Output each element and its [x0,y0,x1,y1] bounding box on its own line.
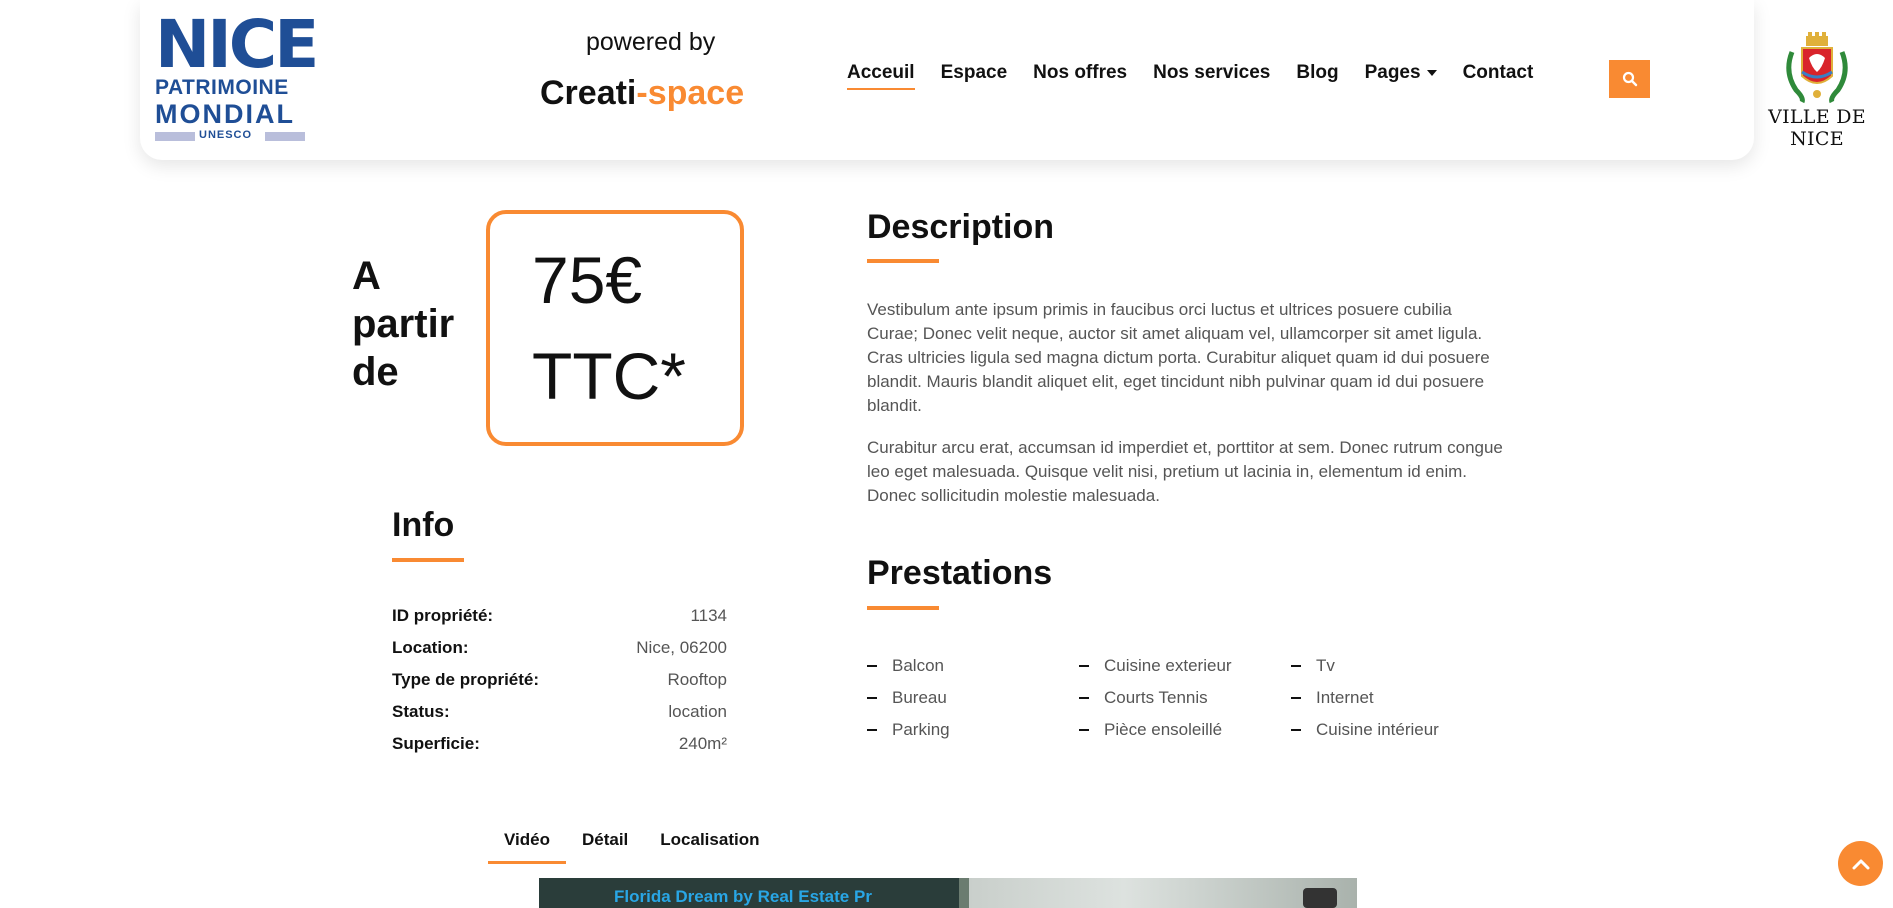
prestation-label: Bureau [892,688,947,707]
logo-line-patrimoine: PATRIMOINE [155,76,289,99]
chevron-down-icon [1426,69,1437,76]
info-row: Superficie: 240m² [392,728,727,760]
logo-line-unesco: UNESCO [199,129,253,141]
prestation-label: Internet [1316,688,1374,707]
tab-localisation[interactable]: Localisation [644,830,775,864]
price-prefix-line2: partir [352,302,455,346]
info-row: Location: Nice, 06200 [392,632,727,664]
site-header: NICE PATRIMOINE MONDIAL UNESCO powered b… [140,0,1866,160]
ville-de-nice-logo[interactable]: VILLE DE NICE [1750,32,1884,150]
price-prefix-line1: A [352,254,381,298]
info-value: 1134 [690,606,727,625]
info-row: ID propriété: 1134 [392,600,727,632]
dash-icon [1291,729,1301,731]
video-caption: Florida Dream by Real Estate Pr [614,887,872,906]
description-title: Description [867,208,1055,246]
nav-pages-label: Pages [1364,62,1421,83]
description-body: Vestibulum ante ipsum primis in faucibus… [867,298,1507,526]
price-suffix: TTC* [532,339,686,413]
info-label: Location: [392,638,469,657]
dash-icon [1291,665,1301,667]
prestation-label: Cuisine intérieur [1316,720,1439,739]
info-label: Status: [392,702,450,721]
logo-nice-text: NICE [155,6,319,83]
info-value: 240m² [678,734,727,753]
info-value: location [668,702,727,721]
coat-of-arms-icon [1786,32,1848,104]
prestation-label: Tv [1316,656,1335,675]
list-item: Internet [1291,682,1503,714]
info-title-underline [392,558,464,562]
dash-icon [1079,729,1089,731]
price-prefix-line3: de [352,350,399,394]
dash-icon [1079,697,1089,699]
info-row: Type de propriété: Rooftop [392,664,727,696]
prestation-label: Pièce ensoleillé [1104,720,1223,739]
brand-accent: -space [636,74,745,112]
info-label: Type de propriété: [392,670,540,689]
nav-nos-services[interactable]: Nos services [1153,62,1270,90]
search-button[interactable] [1609,60,1650,98]
video-thumbnail-left: Florida Dream by Real Estate Pr [539,878,959,908]
info-label: ID propriété: [392,606,494,625]
logo-line-mondial: MONDIAL [155,99,295,129]
info-title: Info [392,506,455,544]
info-value: Nice, 06200 [636,638,727,657]
logo-bar-left [155,132,195,141]
ville-de-nice-label: VILLE DE NICE [1768,106,1866,150]
prestation-label: Balcon [892,656,944,675]
list-item: Pièce ensoleillé [1079,714,1291,746]
media-tabs: Vidéo Détail Localisation [488,830,775,864]
nav-espace[interactable]: Espace [941,62,1008,90]
video-control-button[interactable] [1303,888,1337,908]
info-value: Rooftop [667,670,727,689]
info-list: ID propriété: 1134 Location: Nice, 06200 T… [392,600,727,760]
list-item: Tv [1291,650,1503,682]
description-title-underline [867,259,939,263]
video-thumbnail-right [969,878,1357,908]
main-nav: Acceuil Espace Nos offres Nos services B… [847,62,1559,90]
description-paragraph-2: Curabitur arcu erat, accumsan id imperdi… [867,438,1503,505]
nav-nos-offres[interactable]: Nos offres [1033,62,1127,90]
video-player[interactable]: Florida Dream by Real Estate Pr [539,878,1357,908]
price-box: 75€ TTC* [486,210,744,446]
list-item: Cuisine intérieur [1291,714,1503,746]
list-item: Parking [867,714,1079,746]
back-to-top-button[interactable] [1838,841,1883,886]
dash-icon [867,665,877,667]
brand-main: Creati [540,74,637,112]
tab-video[interactable]: Vidéo [488,830,566,864]
powered-by-label: powered by [586,28,716,56]
prestation-label: Cuisine exterieur [1104,656,1232,675]
prestations-title: Prestations [867,554,1053,592]
dash-icon [1291,697,1301,699]
tab-detail[interactable]: Détail [566,830,644,864]
dash-icon [867,729,877,731]
nav-acceuil[interactable]: Acceuil [847,62,915,90]
description-paragraph-1: Vestibulum ante ipsum primis in faucibus… [867,300,1490,415]
chevron-up-icon [1852,859,1869,869]
list-item: Balcon [867,650,1079,682]
search-icon [1622,71,1637,87]
prestations-title-underline [867,606,939,610]
info-row: Status: location [392,696,727,728]
brand-name[interactable]: Creati-space [540,74,744,113]
price-prefix: A partir de [352,252,454,396]
nav-contact[interactable]: Contact [1463,62,1534,90]
prestation-label: Courts Tennis [1104,688,1208,707]
nice-patrimoine-logo[interactable]: NICE PATRIMOINE MONDIAL UNESCO [155,12,319,142]
list-item: Courts Tennis [1079,682,1291,714]
dash-icon [1079,665,1089,667]
logo-bar-right [265,132,305,141]
nav-pages-dropdown[interactable]: Pages [1365,62,1437,90]
dash-icon [867,697,877,699]
price-amount: 75€ [532,243,643,317]
prestation-label: Parking [892,720,950,739]
list-item: Bureau [867,682,1079,714]
list-item: Cuisine exterieur [1079,650,1291,682]
nav-blog[interactable]: Blog [1296,62,1338,90]
prestations-list: Balcon Cuisine exterieur Tv Bureau Court… [867,650,1507,746]
info-label: Superficie: [392,734,480,753]
